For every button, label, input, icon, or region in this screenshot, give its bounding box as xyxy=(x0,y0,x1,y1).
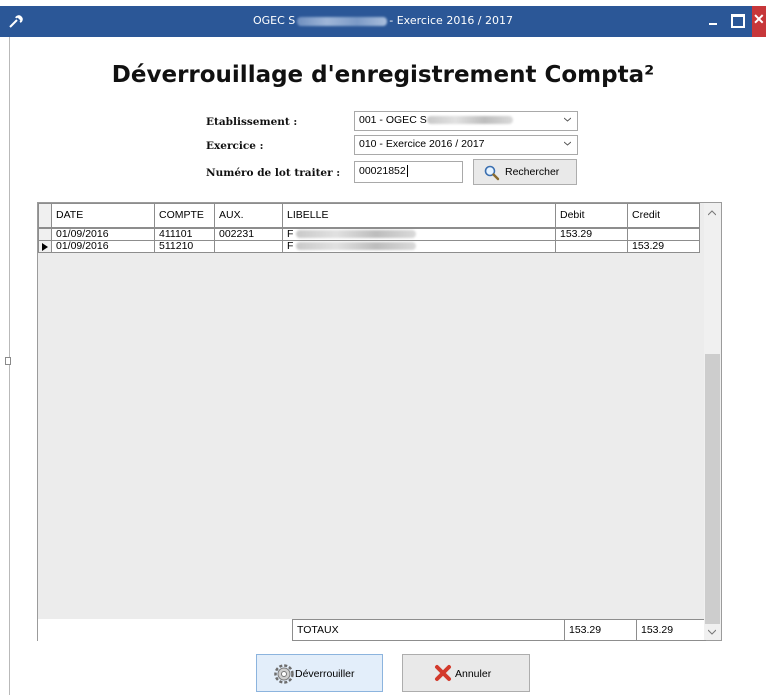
grid-empty-area xyxy=(38,265,706,617)
title-bar[interactable]: OGEC S - Exercice 2016 / 2017 ✕ xyxy=(0,6,766,37)
scroll-up-icon[interactable] xyxy=(708,210,716,216)
page-title: Déverrouillage d'enregistrement Compta² xyxy=(111,62,655,88)
cell-debit[interactable] xyxy=(555,239,628,253)
exercice-label: Exercice : xyxy=(206,140,264,152)
cell-aux[interactable]: 002231 xyxy=(214,227,283,241)
lot-number-label: Numéro de lot traiter : xyxy=(206,167,341,179)
totals-row: TOTAUX 153.29 153.29 xyxy=(38,619,706,641)
row-header[interactable] xyxy=(38,239,52,253)
cell-libelle[interactable]: F xyxy=(282,239,556,253)
totals-label: TOTAUX xyxy=(292,619,565,641)
column-header-compte[interactable]: COMPTE xyxy=(154,203,215,229)
etablissement-value: 001 - OGEC S xyxy=(359,114,427,126)
unlock-button[interactable]: Déverrouiller xyxy=(256,654,383,692)
close-button[interactable]: ✕ xyxy=(752,6,766,37)
column-header-libelle[interactable]: LIBELLE xyxy=(282,203,556,229)
scrollbar-thumb[interactable] xyxy=(705,354,720,624)
cancel-button[interactable]: Annuler xyxy=(402,654,530,692)
window-title-suffix: - Exercice 2016 / 2017 xyxy=(389,14,514,27)
libelle-value: F xyxy=(287,227,294,240)
cancel-button-label: Annuler xyxy=(455,668,492,680)
red-x-icon xyxy=(435,665,451,681)
entries-table: DATE COMPTE AUX. LIBELLE Debit Credit 01… xyxy=(38,203,700,253)
chevron-down-icon xyxy=(564,141,571,146)
window-title-prefix: OGEC S xyxy=(252,14,296,27)
table-header-row: DATE COMPTE AUX. LIBELLE Debit Credit xyxy=(38,203,700,229)
maximize-button[interactable] xyxy=(728,6,752,37)
cell-date[interactable]: 01/09/2016 xyxy=(51,239,155,253)
table-row[interactable]: 01/09/2016 511210 F 153.29 xyxy=(38,239,700,253)
resize-handle[interactable] xyxy=(5,357,11,365)
etablissement-label: Etablissement : xyxy=(206,116,298,128)
cell-compte[interactable]: 511210 xyxy=(154,239,215,253)
cell-debit[interactable]: 153.29 xyxy=(555,227,628,241)
cell-aux[interactable] xyxy=(214,239,283,253)
scroll-down-icon[interactable] xyxy=(708,629,716,635)
current-row-pointer-icon xyxy=(42,242,48,251)
column-header-credit[interactable]: Credit xyxy=(627,203,700,229)
column-header-aux[interactable]: AUX. xyxy=(214,203,283,229)
magnifier-icon xyxy=(484,165,500,181)
minimize-button[interactable] xyxy=(705,6,729,37)
text-caret xyxy=(406,165,408,178)
exercice-value: 010 - Exercice 2016 / 2017 xyxy=(359,138,485,150)
column-header-debit[interactable]: Debit xyxy=(555,203,628,229)
cell-credit[interactable]: 153.29 xyxy=(627,239,700,253)
redacted-text xyxy=(426,116,513,125)
row-header[interactable] xyxy=(38,227,52,241)
total-credit: 153.29 xyxy=(636,619,706,641)
entries-grid[interactable]: DATE COMPTE AUX. LIBELLE Debit Credit 01… xyxy=(37,202,722,641)
etablissement-select[interactable]: 001 - OGEC S xyxy=(354,111,578,131)
libelle-value: F xyxy=(287,240,294,252)
search-button-label: Rechercher xyxy=(505,166,560,178)
unlock-button-label: Déverrouiller xyxy=(295,668,355,680)
table-row[interactable]: 01/09/2016 411101 002231 F 153.29 xyxy=(38,227,700,241)
lot-number-value: 00021852 xyxy=(359,165,406,177)
chevron-down-icon xyxy=(564,117,571,122)
exercice-select[interactable]: 010 - Exercice 2016 / 2017 xyxy=(354,135,578,155)
cell-libelle[interactable]: F xyxy=(282,227,556,241)
column-header-date[interactable]: DATE xyxy=(51,203,155,229)
search-button[interactable]: Rechercher xyxy=(473,159,577,185)
redacted-text xyxy=(296,229,417,238)
gear-icon xyxy=(274,664,294,684)
vertical-scrollbar[interactable] xyxy=(704,203,721,640)
cell-date[interactable]: 01/09/2016 xyxy=(51,227,155,241)
redacted-text xyxy=(297,16,388,26)
cell-credit[interactable] xyxy=(627,227,700,241)
window-title: OGEC S - Exercice 2016 / 2017 xyxy=(0,14,766,27)
lot-number-input[interactable]: 00021852 xyxy=(354,161,463,183)
total-debit: 153.29 xyxy=(564,619,637,641)
row-header-corner xyxy=(38,203,52,229)
cell-compte[interactable]: 411101 xyxy=(154,227,215,241)
redacted-text xyxy=(296,241,417,250)
close-icon: ✕ xyxy=(753,11,765,27)
